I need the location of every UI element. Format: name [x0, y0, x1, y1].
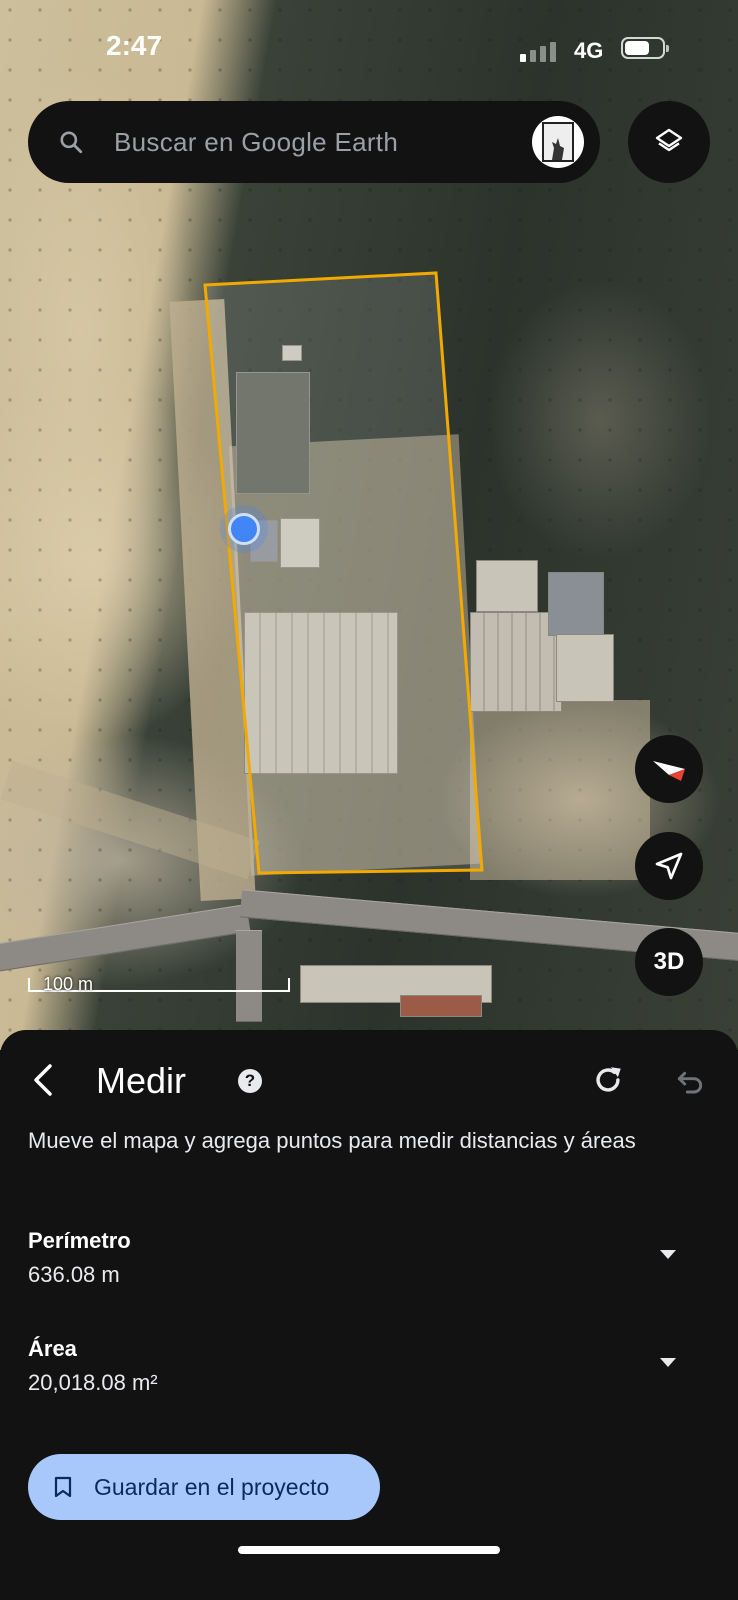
layers-button[interactable]	[628, 101, 710, 183]
chevron-down-icon[interactable]	[660, 1358, 676, 1367]
status-time: 2:47	[106, 30, 163, 61]
my-location-button[interactable]	[635, 832, 703, 900]
battery-icon	[621, 37, 669, 59]
instructions-text: Mueve el mapa y agrega puntos para medir…	[28, 1128, 636, 1153]
undo-icon	[677, 1071, 703, 1094]
perimeter-row[interactable]: Perímetro 636.08 m	[28, 1228, 718, 1288]
perimeter-label: Perímetro	[28, 1228, 131, 1253]
layers-icon	[655, 128, 683, 152]
search-bar[interactable]: Buscar en Google Earth	[28, 101, 600, 183]
back-arrow-icon	[34, 1064, 52, 1096]
help-icon[interactable]: ?	[238, 1069, 262, 1093]
compass-button[interactable]	[635, 735, 703, 803]
measure-point[interactable]	[228, 513, 260, 545]
scale-label: 100 m	[43, 974, 94, 994]
refresh-icon	[596, 1067, 621, 1092]
area-label: Área	[28, 1336, 77, 1361]
undo-button[interactable]	[670, 1060, 710, 1100]
wolf-figure-icon	[552, 138, 564, 160]
search-placeholder: Buscar en Google Earth	[114, 126, 399, 157]
account-avatar[interactable]	[532, 116, 584, 168]
sheet-title: Medir	[96, 1060, 187, 1101]
search-icon	[60, 131, 83, 154]
measure-sheet: Medir ? Mueve el mapa y agrega puntos pa…	[0, 1030, 738, 1600]
home-indicator[interactable]	[238, 1546, 500, 1554]
network-type: 4G	[574, 38, 604, 63]
navigation-icon	[655, 852, 683, 880]
3d-toggle-button[interactable]: 3D	[635, 928, 703, 996]
area-row[interactable]: Área 20,018.08 m²	[28, 1336, 718, 1396]
area-value: 20,018.08 m²	[28, 1370, 158, 1395]
chevron-down-icon[interactable]	[660, 1250, 676, 1259]
compass-icon	[653, 761, 685, 781]
reset-button[interactable]	[588, 1060, 628, 1100]
save-label: Guardar en el proyecto	[94, 1473, 330, 1500]
perimeter-value: 636.08 m	[28, 1262, 120, 1287]
signal-icon	[520, 40, 560, 62]
save-to-project-button[interactable]: Guardar en el proyecto	[28, 1454, 380, 1520]
bookmark-icon	[54, 1476, 72, 1498]
back-button[interactable]	[22, 1058, 66, 1102]
avatar-image	[542, 122, 574, 162]
